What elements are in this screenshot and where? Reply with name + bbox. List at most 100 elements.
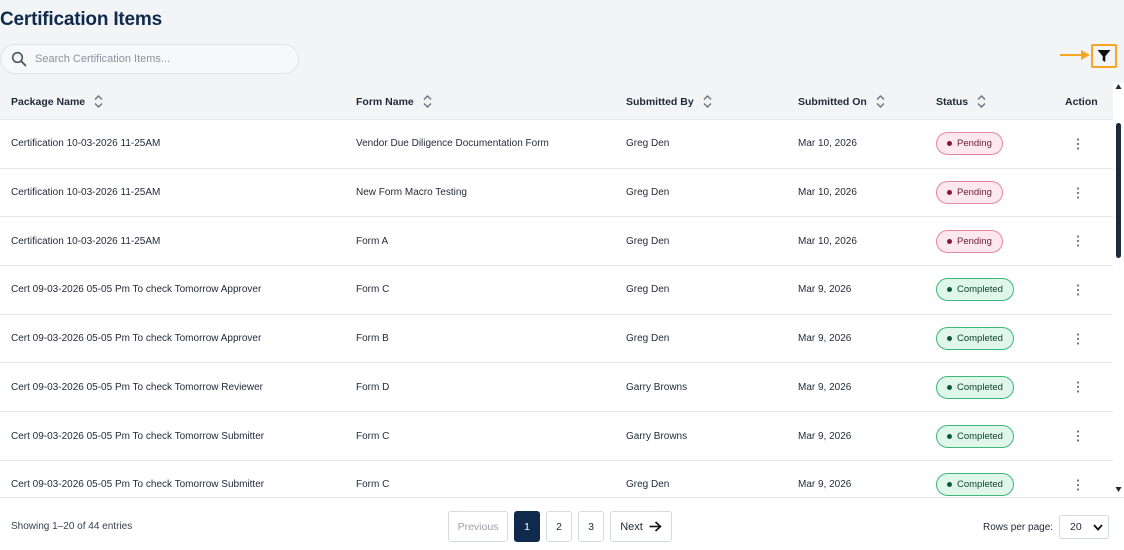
cell-action[interactable] [1076, 120, 1080, 168]
cell-submitted-by: Garry Browns [626, 430, 688, 442]
arrow-annotation-icon [1060, 50, 1090, 60]
cell-status: Completed [936, 266, 1014, 314]
table-row[interactable]: Certification 10-03-2026 11-25AM Vendor D… [0, 120, 1113, 169]
cell-submitted-on: Mar 9, 2026 [798, 381, 852, 393]
column-header-status[interactable]: Status [936, 83, 986, 120]
status-badge: Pending [936, 181, 1003, 205]
status-label: Completed [957, 479, 1003, 491]
scroll-up-icon[interactable] [1115, 83, 1122, 90]
column-header-label: Submitted On [798, 95, 867, 108]
column-header-form-name[interactable]: Form Name [356, 83, 432, 120]
page-button-1[interactable]: 1 [514, 511, 540, 542]
status-dot-icon [947, 190, 952, 196]
column-header-package-name[interactable]: Package Name [11, 83, 103, 120]
status-label: Completed [957, 381, 1003, 393]
status-dot-icon [947, 141, 952, 147]
cell-submitted-on: Mar 10, 2026 [798, 187, 857, 199]
table-header: Package Name Form Name Submitted By Submitt… [0, 83, 1113, 120]
filter-icon [1097, 50, 1111, 62]
kebab-menu-icon[interactable] [1076, 137, 1080, 151]
cell-submitted-on: Mar 9, 2026 [798, 479, 852, 491]
cell-package-name: Certification 10-03-2026 11-25AM [11, 187, 161, 199]
sort-icon[interactable] [94, 94, 103, 109]
status-label: Pending [957, 138, 992, 150]
cell-submitted-by: Greg Den [626, 235, 670, 247]
status-label: Pending [957, 187, 992, 199]
cell-status: Completed [936, 461, 1014, 497]
next-label: Next [620, 520, 643, 533]
cell-action[interactable] [1076, 412, 1080, 460]
status-dot-icon [947, 238, 952, 244]
cell-form-name: Form D [356, 381, 390, 393]
kebab-menu-icon[interactable] [1076, 234, 1080, 248]
kebab-menu-icon[interactable] [1076, 186, 1080, 200]
cell-package-name: Cert 09-03-2026 05-05 Pm To check Tomorr… [11, 381, 263, 393]
rows-per-page: Rows per page: 20 [983, 515, 1110, 539]
table-scrollbar[interactable] [1113, 83, 1124, 497]
rows-per-page-value: 20 [1070, 521, 1082, 533]
status-badge: Completed [936, 424, 1014, 448]
table-row[interactable]: Cert 09-03-2026 05-05 Pm To check Tomorr… [0, 412, 1113, 461]
cell-status: Pending [936, 217, 1003, 265]
cell-submitted-on: Mar 9, 2026 [798, 430, 852, 442]
search-input[interactable] [35, 53, 285, 65]
column-header-label: Status [936, 95, 969, 108]
kebab-menu-icon[interactable] [1076, 429, 1080, 443]
cell-action[interactable] [1076, 364, 1080, 412]
sort-icon[interactable] [876, 94, 885, 109]
cell-submitted-on: Mar 10, 2026 [798, 235, 857, 247]
page-button-2[interactable]: 2 [546, 511, 572, 542]
cell-submitted-by: Greg Den [626, 187, 670, 199]
cell-submitted-by: Greg Den [626, 479, 670, 491]
previous-button[interactable]: Previous [448, 511, 508, 542]
table-row[interactable]: Cert 09-03-2026 05-05 Pm To check Tomorr… [0, 314, 1113, 364]
filter-button[interactable] [1091, 44, 1117, 68]
kebab-menu-icon[interactable] [1076, 380, 1080, 394]
sort-icon[interactable] [423, 94, 432, 109]
cell-action[interactable] [1076, 315, 1080, 363]
certification-table: Package Name Form Name Submitted By Submitt… [0, 83, 1124, 497]
column-header-submitted-on[interactable]: Submitted On [798, 83, 885, 120]
cell-action[interactable] [1076, 169, 1080, 217]
status-label: Completed [957, 284, 1003, 296]
page-button-3[interactable]: 3 [578, 511, 604, 542]
status-dot-icon [947, 433, 952, 439]
cell-action[interactable] [1076, 217, 1080, 265]
column-header-submitted-by[interactable]: Submitted By [626, 83, 712, 120]
sort-icon[interactable] [703, 94, 712, 109]
cell-action[interactable] [1076, 461, 1080, 497]
table-row[interactable]: Cert 09-03-2026 05-05 Pm To check Tomorr… [0, 266, 1113, 315]
status-dot-icon [947, 482, 952, 488]
cell-status: Completed [936, 412, 1014, 460]
kebab-menu-icon[interactable] [1076, 283, 1080, 297]
next-button[interactable]: Next [610, 511, 672, 542]
cell-form-name: Vendor Due Diligence Documentation Form [356, 138, 549, 150]
cell-action[interactable] [1076, 266, 1080, 314]
chevron-down-icon [1093, 523, 1103, 531]
scroll-down-icon[interactable] [1115, 486, 1122, 493]
rows-per-page-select[interactable]: 20 [1059, 515, 1110, 539]
cell-package-name: Certification 10-03-2026 11-25AM [11, 138, 161, 150]
cell-package-name: Certification 10-03-2026 11-25AM [11, 235, 161, 247]
cell-package-name: Cert 09-03-2026 05-05 Pm To check Tomorr… [11, 333, 262, 345]
kebab-menu-icon[interactable] [1076, 332, 1080, 346]
cell-form-name: New Form Macro Testing [356, 187, 467, 199]
kebab-menu-icon[interactable] [1076, 478, 1080, 492]
scroll-thumb[interactable] [1116, 123, 1121, 258]
rows-per-page-label: Rows per page: [983, 521, 1054, 533]
status-badge: Completed [936, 473, 1014, 497]
search-box[interactable] [0, 44, 299, 74]
table-row[interactable]: Cert 09-03-2026 05-05 Pm To check Tomorr… [0, 363, 1113, 413]
cell-form-name: Form C [356, 479, 390, 491]
column-header-action: Action [1065, 83, 1098, 120]
table-row[interactable]: Cert 09-03-2026 05-05 Pm To check Tomorr… [0, 460, 1113, 497]
column-header-label: Form Name [356, 95, 414, 108]
table-row[interactable]: Certification 10-03-2026 11-25AM Form A Gr… [0, 217, 1113, 267]
arrow-right-icon [649, 521, 662, 532]
table-row[interactable]: Certification 10-03-2026 11-25AM New Form… [0, 168, 1113, 218]
cell-submitted-by: Garry Browns [626, 381, 688, 393]
status-label: Pending [957, 235, 992, 247]
cell-submitted-on: Mar 10, 2026 [798, 138, 857, 150]
cell-submitted-on: Mar 9, 2026 [798, 284, 852, 296]
sort-icon[interactable] [977, 94, 986, 109]
